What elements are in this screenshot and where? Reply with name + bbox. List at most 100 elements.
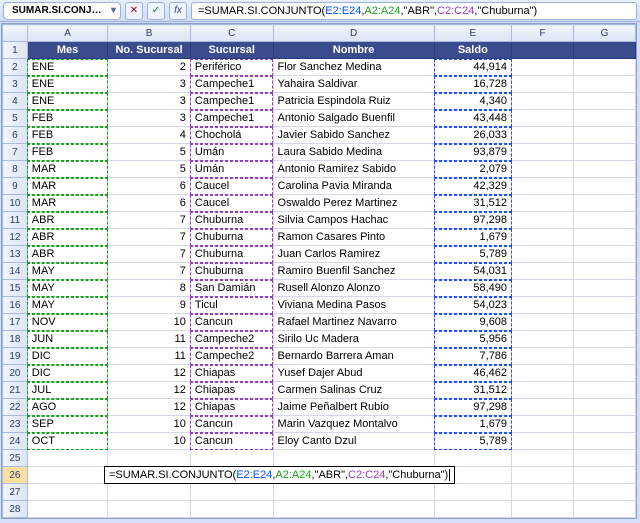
cell[interactable] (574, 76, 636, 93)
cell[interactable]: MAR (27, 161, 108, 178)
cell[interactable] (574, 297, 636, 314)
cell[interactable] (512, 484, 574, 501)
cell[interactable]: 4 (108, 127, 191, 144)
cell[interactable]: AGO (27, 399, 108, 416)
cell[interactable]: ABR (27, 229, 108, 246)
cell[interactable]: Antonio Salgado Buenfil (273, 110, 434, 127)
header-cell[interactable]: No. Sucursal (108, 42, 191, 59)
cell[interactable] (512, 297, 574, 314)
cell[interactable]: Juan Carlos Ramirez (273, 246, 434, 263)
cell[interactable] (512, 314, 574, 331)
row-header[interactable]: 6 (3, 127, 28, 144)
cell[interactable] (574, 42, 636, 59)
cell[interactable]: 8 (108, 280, 191, 297)
cell[interactable]: 11 (108, 331, 191, 348)
row-header[interactable]: 5 (3, 110, 28, 127)
cell[interactable]: Cancun (190, 433, 273, 450)
cell[interactable] (512, 144, 574, 161)
cell[interactable] (190, 501, 273, 518)
row-header[interactable]: 9 (3, 178, 28, 195)
row-header[interactable]: 13 (3, 246, 28, 263)
row-header[interactable]: 17 (3, 314, 28, 331)
cell[interactable]: 3 (108, 76, 191, 93)
cell[interactable]: 58,490 (434, 280, 511, 297)
cell[interactable] (574, 246, 636, 263)
cell[interactable]: Jaime Peñalbert Rubio (273, 399, 434, 416)
cell[interactable]: Javier Sabido Sanchez (273, 127, 434, 144)
cell[interactable] (512, 450, 574, 467)
cell[interactable] (512, 195, 574, 212)
cell[interactable]: 54,023 (434, 297, 511, 314)
cell-editor[interactable]: =SUMAR.SI.CONJUNTO(E2:E24,A2:A24,"ABR",C… (104, 466, 455, 484)
cell[interactable]: JUN (27, 331, 108, 348)
cell[interactable] (27, 501, 108, 518)
spreadsheet-grid[interactable]: A B C D E F G 1MesNo. SucursalSucursalNo… (1, 23, 637, 519)
cell[interactable] (574, 161, 636, 178)
row-header[interactable]: 27 (3, 484, 28, 501)
row-header[interactable]: 15 (3, 280, 28, 297)
cell[interactable]: Chuburna (190, 212, 273, 229)
row-header[interactable]: 8 (3, 161, 28, 178)
header-cell[interactable]: Sucursal (190, 42, 273, 59)
row-header[interactable]: 10 (3, 195, 28, 212)
cell[interactable] (434, 501, 511, 518)
cell[interactable]: 31,512 (434, 382, 511, 399)
row-header[interactable]: 24 (3, 433, 28, 450)
cell[interactable]: Laura Sabido Medina (273, 144, 434, 161)
cell[interactable] (574, 484, 636, 501)
enter-button[interactable]: ✓ (147, 2, 165, 20)
cell[interactable]: 5,789 (434, 246, 511, 263)
cell[interactable]: Bernardo Barrera Aman (273, 348, 434, 365)
name-box[interactable]: SUMAR.SI.CONJ… ▾ (3, 2, 121, 20)
cell[interactable]: JUL (27, 382, 108, 399)
row-header[interactable]: 23 (3, 416, 28, 433)
cell[interactable]: 7 (108, 263, 191, 280)
cell[interactable]: 26,033 (434, 127, 511, 144)
col-header-f[interactable]: F (512, 25, 574, 42)
cell[interactable] (27, 484, 108, 501)
cell[interactable]: 97,298 (434, 212, 511, 229)
cell[interactable] (574, 263, 636, 280)
cell[interactable]: MAY (27, 263, 108, 280)
cell[interactable]: 43,448 (434, 110, 511, 127)
row-header[interactable]: 18 (3, 331, 28, 348)
row-header[interactable]: 2 (3, 59, 28, 76)
cell[interactable]: Marin Vazquez Montalvo (273, 416, 434, 433)
cell[interactable]: Campeche1 (190, 76, 273, 93)
cell[interactable]: 1,679 (434, 229, 511, 246)
cell[interactable]: 44,914 (434, 59, 511, 76)
cell[interactable]: 2,079 (434, 161, 511, 178)
row-header[interactable]: 25 (3, 450, 28, 467)
cell[interactable]: Carolina Pavia Miranda (273, 178, 434, 195)
col-header-g[interactable]: G (574, 25, 636, 42)
cell[interactable] (512, 42, 574, 59)
cell[interactable]: 5 (108, 161, 191, 178)
cell[interactable]: FEB (27, 144, 108, 161)
cell[interactable]: 10 (108, 416, 191, 433)
cell[interactable]: 6 (108, 178, 191, 195)
select-all-corner[interactable] (3, 25, 28, 42)
cell[interactable] (512, 467, 574, 484)
cell[interactable]: Caucel (190, 195, 273, 212)
cell[interactable]: 5,789 (434, 433, 511, 450)
row-header[interactable]: 21 (3, 382, 28, 399)
formula-bar[interactable]: =SUMAR.SI.CONJUNTO(E2:E24,A2:A24,"ABR",C… (191, 2, 637, 20)
row-header[interactable]: 19 (3, 348, 28, 365)
cell[interactable] (574, 467, 636, 484)
cell[interactable] (512, 263, 574, 280)
cell[interactable]: 7 (108, 229, 191, 246)
cell[interactable]: OCT (27, 433, 108, 450)
cell[interactable]: MAY (27, 280, 108, 297)
cell[interactable]: MAY (27, 297, 108, 314)
cell[interactable] (512, 76, 574, 93)
cell[interactable] (512, 280, 574, 297)
cell[interactable]: Periférico (190, 59, 273, 76)
cell[interactable] (574, 399, 636, 416)
cell[interactable] (512, 399, 574, 416)
cell[interactable] (434, 450, 511, 467)
row-header[interactable]: 14 (3, 263, 28, 280)
cell[interactable]: 54,031 (434, 263, 511, 280)
cell[interactable] (574, 93, 636, 110)
cell[interactable] (273, 484, 434, 501)
row-header[interactable]: 28 (3, 501, 28, 518)
